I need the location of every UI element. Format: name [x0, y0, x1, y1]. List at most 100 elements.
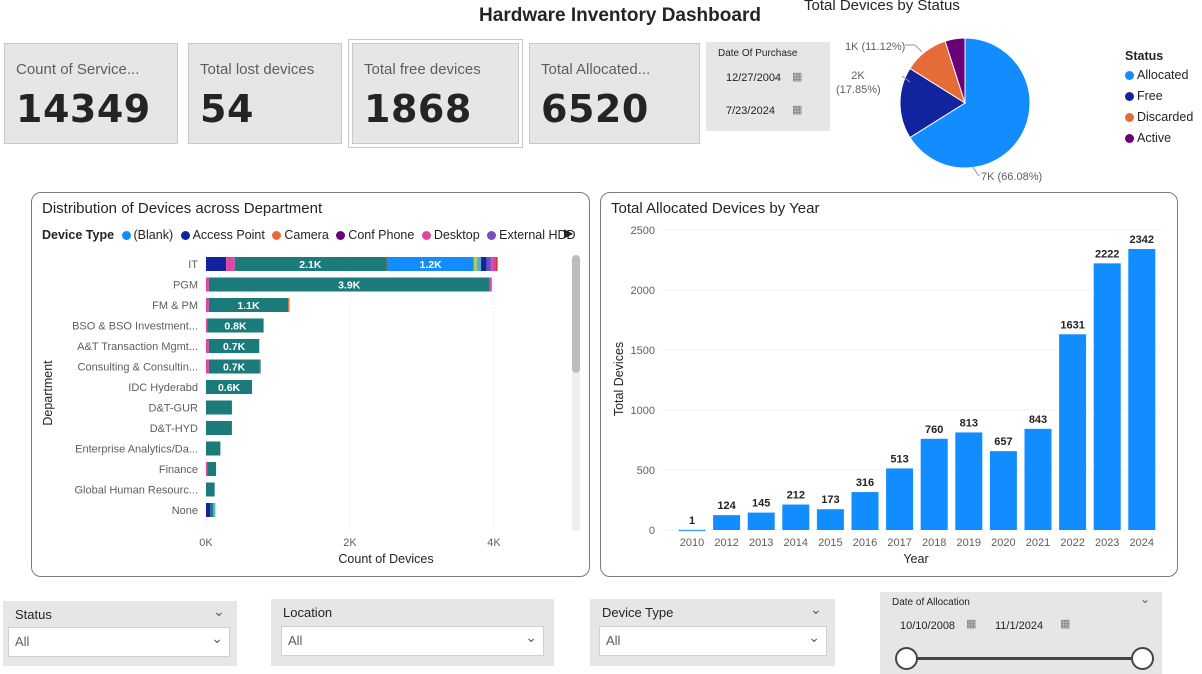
bar-segment[interactable] — [210, 503, 214, 517]
bar-segment[interactable] — [206, 503, 211, 517]
kpi-card-lost-devices[interactable]: Total lost devices 54 — [188, 43, 342, 144]
purchase-end-date[interactable]: 7/23/2024 — [726, 105, 775, 117]
year-bar[interactable] — [1059, 334, 1087, 530]
calendar-icon[interactable]: ▦ — [792, 70, 802, 83]
bar-segment[interactable] — [481, 257, 487, 271]
year-bar[interactable] — [989, 451, 1017, 530]
data-label: 173 — [821, 494, 839, 506]
calendar-icon[interactable]: ▦ — [792, 103, 802, 116]
bar-segment[interactable] — [206, 441, 221, 456]
status-dropdown[interactable]: All ⌄ — [8, 627, 230, 657]
y-tick-label: Consulting & Consultin... — [78, 362, 198, 374]
calendar-icon[interactable]: ▦ — [1060, 617, 1070, 630]
pie-label-allocated: 7K (66.08%) — [981, 171, 1043, 183]
bar-segment[interactable] — [206, 339, 209, 353]
y-tick-label: Global Human Resourc... — [75, 485, 199, 497]
purchase-start-date[interactable]: 12/27/2004 — [726, 72, 781, 84]
year-bar[interactable] — [886, 468, 914, 530]
y-tick-label: 500 — [637, 465, 655, 477]
bar-segment[interactable] — [206, 462, 208, 476]
y-tick-label: PGM — [173, 280, 198, 292]
bar-segment[interactable] — [486, 257, 492, 271]
year-bar[interactable] — [747, 512, 775, 530]
bar-segment[interactable] — [206, 400, 232, 415]
bar-segment[interactable] — [206, 318, 208, 333]
chevron-down-icon[interactable]: ⌄ — [1140, 592, 1150, 606]
bar-segment[interactable] — [226, 257, 235, 271]
legend-item-free[interactable]: Free — [1125, 89, 1193, 103]
y-tick-label: IDC Hyderabd — [128, 382, 198, 394]
legend-label: Discarded — [1137, 110, 1194, 124]
bar-segment[interactable] — [206, 257, 227, 271]
data-label: 1 — [689, 515, 695, 527]
kpi-label: Total free devices — [364, 61, 481, 78]
y-tick-label: D&T-HYD — [150, 423, 198, 435]
dept-scrollbar[interactable] — [572, 255, 580, 531]
year-bar[interactable] — [713, 515, 741, 530]
bar-segment[interactable] — [213, 503, 216, 517]
x-tick-label: 2022 — [1060, 537, 1084, 549]
allocation-header: Date of Allocation — [892, 597, 970, 608]
location-dropdown[interactable]: All ⌄ — [281, 626, 544, 656]
page-title: Hardware Inventory Dashboard — [479, 5, 761, 26]
year-bar[interactable] — [1093, 263, 1121, 530]
slider-handle-start[interactable] — [895, 647, 918, 670]
bar-segment[interactable] — [386, 257, 388, 271]
bar-segment[interactable] — [206, 298, 209, 312]
data-label: 1.1K — [237, 300, 260, 312]
data-label: 1631 — [1060, 319, 1084, 331]
chevron-down-icon[interactable]: ⌄ — [810, 601, 822, 618]
calendar-icon[interactable]: ▦ — [966, 617, 976, 630]
slider-track[interactable] — [906, 657, 1144, 660]
data-label: 760 — [925, 424, 943, 436]
legend-item-active[interactable]: Active — [1125, 131, 1193, 145]
status-filter: Status ⌄ All ⌄ — [3, 601, 237, 666]
year-bar[interactable] — [816, 509, 844, 530]
bar-segment[interactable] — [473, 257, 477, 271]
year-bar[interactable] — [920, 438, 948, 530]
allocation-start-date[interactable]: 10/10/2008 — [900, 620, 955, 632]
bar-segment[interactable] — [476, 257, 482, 271]
data-label: 316 — [856, 477, 874, 489]
bar-segment[interactable] — [206, 277, 209, 292]
slider-handle-end[interactable] — [1131, 647, 1154, 670]
kpi-card-service-count[interactable]: Count of Service... 14349 — [4, 43, 178, 144]
bar-segment[interactable] — [206, 421, 232, 435]
bar-segment[interactable] — [288, 298, 290, 312]
data-label: 0.8K — [224, 321, 247, 333]
dept-chart-card: Distribution of Devices across Departmen… — [31, 192, 590, 577]
year-bar[interactable] — [1024, 428, 1052, 530]
bar-segment[interactable] — [206, 359, 209, 374]
kpi-card-allocated-devices[interactable]: Total Allocated... 6520 — [529, 43, 700, 144]
kpi-card-free-devices[interactable]: Total free devices 1868 — [348, 39, 523, 148]
bar-segment[interactable] — [489, 277, 492, 292]
x-tick-label: 2018 — [922, 537, 946, 549]
bar-segment[interactable] — [491, 257, 496, 271]
legend-item-allocated[interactable]: Allocated — [1125, 68, 1193, 82]
legend-label: Allocated — [1137, 68, 1189, 82]
year-bar[interactable] — [782, 504, 810, 530]
year-bar[interactable] — [955, 432, 983, 530]
bar-segment[interactable] — [206, 482, 215, 497]
scrollbar-thumb[interactable] — [572, 255, 580, 373]
data-label: 0.7K — [223, 362, 246, 374]
device-type-filter-label: Device Type — [602, 605, 674, 620]
year-bar[interactable] — [851, 492, 879, 530]
x-tick-label: 2016 — [853, 537, 877, 549]
data-label: 3.9K — [338, 280, 361, 292]
bar-segment[interactable] — [207, 462, 217, 476]
bar-segment[interactable] — [259, 359, 261, 374]
status-dropdown-value: All — [15, 634, 30, 649]
device-type-filter: Device Type ⌄ All ⌄ — [590, 599, 835, 666]
device-type-dropdown[interactable]: All ⌄ — [599, 626, 827, 656]
year-bar[interactable] — [678, 529, 706, 531]
chevron-down-icon[interactable]: ⌄ — [213, 603, 225, 620]
allocation-end-date[interactable]: 11/1/2024 — [995, 620, 1043, 632]
location-filter: Location All ⌄ — [271, 599, 554, 666]
dept-bar-chart: 0K 2K 4K Count of Devices Department IT 2.1K 1.… — [41, 255, 501, 566]
legend-item-discarded[interactable]: Discarded — [1125, 110, 1193, 124]
x-tick-label: 2023 — [1095, 537, 1119, 549]
year-bar[interactable] — [1128, 248, 1156, 530]
bar-segment[interactable] — [495, 257, 498, 271]
data-label: 124 — [717, 500, 736, 512]
